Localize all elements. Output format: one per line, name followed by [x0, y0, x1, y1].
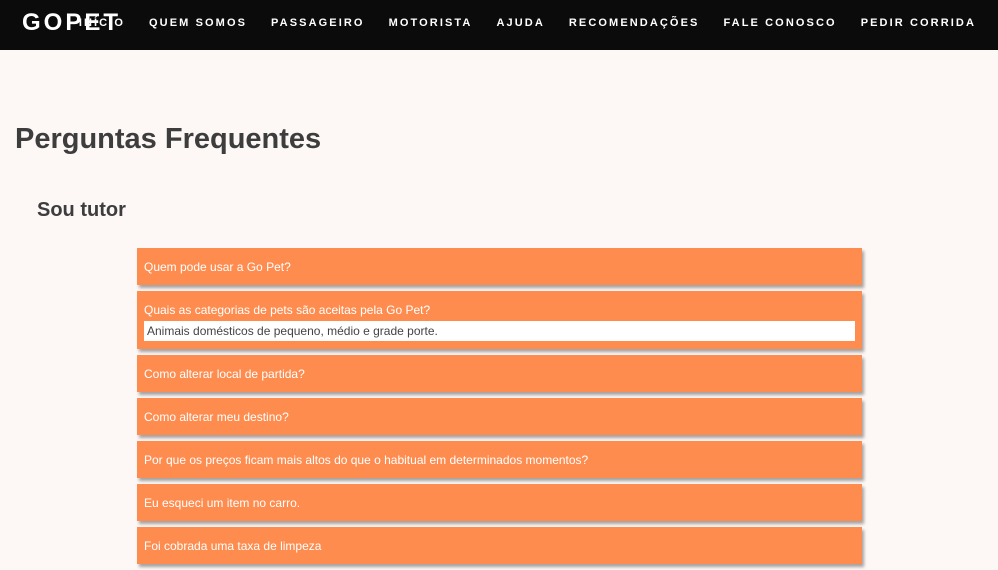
nav-link-motorista[interactable]: MOTORISTA: [389, 17, 473, 29]
faq-answer: Animais domésticos de pequeno, médio e g…: [144, 321, 855, 341]
faq-question: Foi cobrada uma taxa de limpeza: [144, 539, 322, 553]
faq-item[interactable]: Eu esqueci um item no carro.: [137, 484, 862, 521]
faq-list: Quem pode usar a Go Pet? Quais as catego…: [137, 248, 862, 570]
faq-item-expanded[interactable]: Quais as categorias de pets são aceitas …: [137, 291, 862, 349]
faq-question: Eu esqueci um item no carro.: [144, 496, 301, 510]
faq-question: Quem pode usar a Go Pet?: [144, 260, 291, 274]
nav-link-inicio[interactable]: INÍCIO: [79, 17, 125, 29]
nav-links: INÍCIO QUEM SOMOS PASSAGEIRO MOTORISTA A…: [79, 0, 976, 46]
faq-item[interactable]: Quem pode usar a Go Pet?: [137, 248, 862, 285]
faq-item[interactable]: Como alterar meu destino?: [137, 398, 862, 435]
nav-link-pedir-corrida[interactable]: PEDIR CORRIDA: [861, 17, 976, 29]
nav-link-recomendacoes[interactable]: RECOMENDAÇÕES: [569, 17, 700, 29]
page-title: Perguntas Frequentes: [15, 123, 322, 155]
faq-question: Quais as categorias de pets são aceitas …: [144, 303, 431, 317]
nav-link-passageiro[interactable]: PASSAGEIRO: [271, 17, 365, 29]
faq-item[interactable]: Como alterar local de partida?: [137, 355, 862, 392]
section-title: Sou tutor: [37, 199, 126, 221]
nav-link-ajuda[interactable]: AJUDA: [496, 17, 544, 29]
top-navbar: GOPET INÍCIO QUEM SOMOS PASSAGEIRO MOTOR…: [0, 0, 998, 50]
faq-item[interactable]: Foi cobrada uma taxa de limpeza: [137, 527, 862, 564]
faq-question: Como alterar meu destino?: [144, 410, 289, 424]
faq-question: Por que os preços ficam mais altos do qu…: [144, 453, 589, 467]
faq-question: Como alterar local de partida?: [144, 367, 305, 381]
faq-item[interactable]: Por que os preços ficam mais altos do qu…: [137, 441, 862, 478]
nav-link-quem-somos[interactable]: QUEM SOMOS: [149, 17, 247, 29]
nav-link-fale-conosco[interactable]: FALE CONOSCO: [723, 17, 836, 29]
